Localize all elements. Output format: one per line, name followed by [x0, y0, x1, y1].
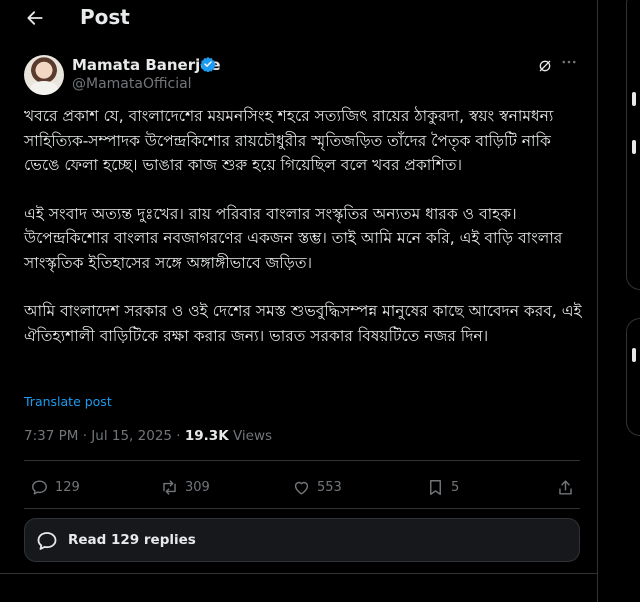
- page-title: Post: [80, 5, 130, 29]
- reply-button[interactable]: 129: [30, 478, 80, 497]
- bookmark-button[interactable]: 5: [426, 478, 459, 497]
- post-paragraph: খবরে প্রকাশ যে, বাংলাদেশের ময়মনসিংহ শহর…: [24, 107, 554, 174]
- divider: [0, 573, 597, 574]
- reply-count: 129: [55, 480, 80, 495]
- sidebar-card: [626, 318, 640, 436]
- sidebar-edge-glyph: [632, 92, 636, 106]
- back-arrow-icon: [27, 11, 43, 25]
- author-name[interactable]: Mamata Banerjee: [72, 56, 221, 74]
- avatar[interactable]: [24, 55, 64, 95]
- post-date[interactable]: Jul 15, 2025: [91, 428, 172, 444]
- read-replies-label: Read 129 replies: [68, 532, 196, 548]
- repost-button[interactable]: 309: [160, 478, 210, 497]
- grok-icon[interactable]: [537, 58, 553, 74]
- views-count: 19.3K: [184, 428, 229, 444]
- post-paragraph: আমি বাংলাদেশ সরকার ও ওই দেশের সমস্ত শুভব…: [24, 302, 582, 345]
- more-options-icon[interactable]: [560, 53, 578, 71]
- post-meta: 7:37 PM · Jul 15, 2025 · 19.3K Views: [24, 428, 272, 444]
- like-count: 553: [317, 480, 342, 495]
- back-button[interactable]: [20, 3, 50, 33]
- divider: [24, 508, 580, 509]
- like-button[interactable]: 553: [292, 478, 342, 497]
- author-row: Mamata Banerjee @MamataOfficial: [24, 55, 580, 97]
- read-replies-button[interactable]: Read 129 replies: [24, 518, 580, 562]
- top-bar: Post: [0, 0, 597, 36]
- reply-bubble-icon: [37, 532, 57, 550]
- post-paragraph: এই সংবাদ অত্যন্ত দুঃখের। রায় পরিবার বাং…: [24, 204, 563, 272]
- post-text: খবরে প্রকাশ যে, বাংলাদেশের ময়মনসিংহ শহর…: [24, 104, 584, 372]
- meta-separator: ·: [82, 428, 87, 444]
- share-icon: [559, 480, 572, 495]
- bookmark-count: 5: [451, 480, 460, 495]
- meta-separator: ·: [176, 428, 181, 444]
- post-detail-column: Post Mamata Banerjee @MamataOfficial খবর…: [0, 0, 598, 602]
- sidebar-edge-glyph: [632, 140, 636, 154]
- divider: [24, 460, 580, 461]
- heart-icon: [294, 481, 309, 495]
- repost-icon: [163, 480, 176, 495]
- sidebar-edge-glyph: [632, 348, 636, 362]
- bookmark-icon: [430, 480, 441, 495]
- translate-post-link[interactable]: Translate post: [24, 394, 112, 409]
- repost-count: 309: [185, 480, 210, 495]
- author-handle[interactable]: @MamataOfficial: [72, 76, 192, 92]
- verified-badge-icon: [200, 57, 216, 72]
- share-button[interactable]: [556, 478, 575, 497]
- post-time[interactable]: 7:37 PM: [24, 428, 78, 444]
- reply-icon: [32, 480, 47, 495]
- views-label: Views: [232, 428, 273, 444]
